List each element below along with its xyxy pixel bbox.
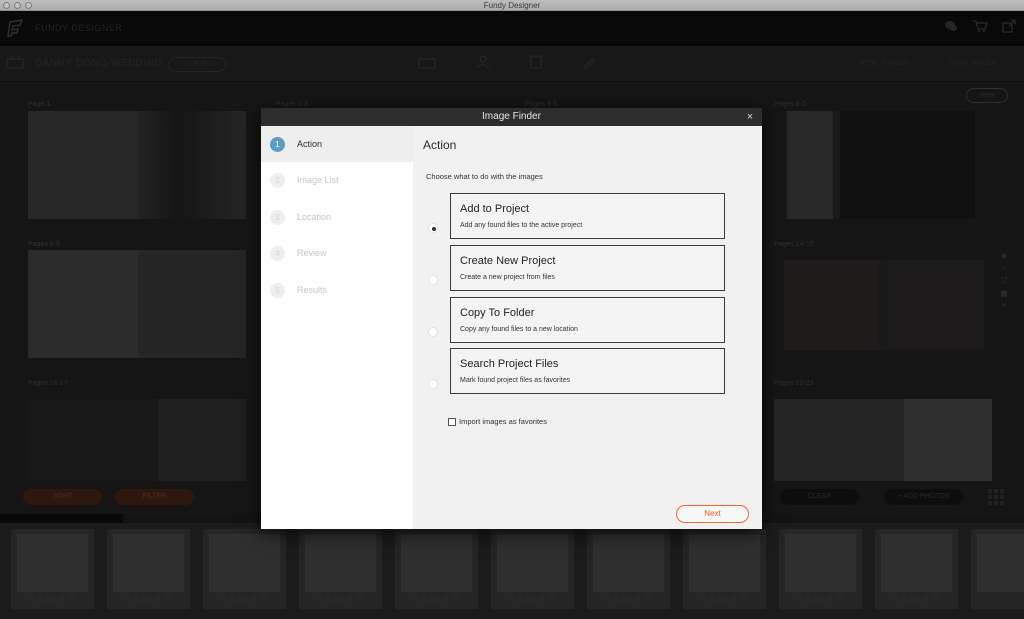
copy-to-folder-radio[interactable] [428, 327, 438, 337]
create-new-project-radio[interactable] [428, 275, 438, 285]
step-action[interactable]: 1 Action [261, 126, 413, 162]
step-label: Results [297, 285, 328, 295]
step-label: Location [297, 212, 332, 222]
step-number: 4 [270, 246, 285, 261]
close-icon[interactable]: × [744, 108, 756, 126]
add-to-project-option[interactable]: Add to Project Add any found files to th… [450, 193, 725, 239]
add-to-project-radio[interactable] [428, 223, 438, 233]
search-project-files-option[interactable]: Search Project Files Mark found project … [450, 348, 725, 394]
app-window: Fundy Designer FUNDY DESIGNER DANNY DONG… [0, 0, 1024, 619]
step-number: 1 [270, 137, 285, 152]
image-finder-dialog: Image Finder × 1 Action 2 Image List 3 L… [261, 108, 762, 529]
step-location[interactable]: 3 Location [261, 199, 413, 235]
import-favorites-checkbox[interactable] [448, 417, 456, 426]
search-project-files-radio[interactable] [428, 379, 438, 389]
import-favorites-label[interactable]: Import images as favorites [459, 417, 547, 426]
dialog-title: Image Finder [482, 111, 541, 122]
step-number: 2 [270, 173, 285, 188]
option-title: Copy To Folder [460, 307, 535, 319]
wizard-steps: 1 Action 2 Image List 3 Location 4 Revie… [261, 126, 413, 529]
next-button[interactable]: Next [676, 505, 749, 523]
step-label: Action [297, 139, 323, 149]
option-description: Create a new project from files [460, 274, 555, 281]
step-results[interactable]: 5 Results [261, 272, 413, 308]
step-review[interactable]: 4 Review [261, 235, 413, 271]
option-title: Search Project Files [460, 358, 559, 370]
step-number: 5 [270, 283, 285, 298]
step-label: Image List [297, 175, 339, 185]
option-description: Mark found project files as favorites [460, 377, 571, 384]
step-number: 3 [270, 210, 285, 225]
option-description: Copy any found files to a new location [460, 326, 578, 333]
option-description: Add any found files to the active projec… [460, 222, 583, 229]
import-favorites-row: Import images as favorites [448, 417, 547, 426]
section-title: Action [423, 138, 457, 152]
option-title: Create New Project [460, 255, 556, 267]
step-image-list[interactable]: 2 Image List [261, 162, 413, 198]
create-new-project-option[interactable]: Create New Project Create a new project … [450, 245, 725, 291]
step-content: Action Choose what to do with the images… [413, 126, 762, 529]
step-label: Review [297, 248, 327, 258]
dialog-header: Image Finder × [261, 108, 762, 126]
copy-to-folder-option[interactable]: Copy To Folder Copy any found files to a… [450, 297, 725, 343]
instruction-text: Choose what to do with the images [426, 172, 543, 181]
option-title: Add to Project [460, 203, 530, 215]
